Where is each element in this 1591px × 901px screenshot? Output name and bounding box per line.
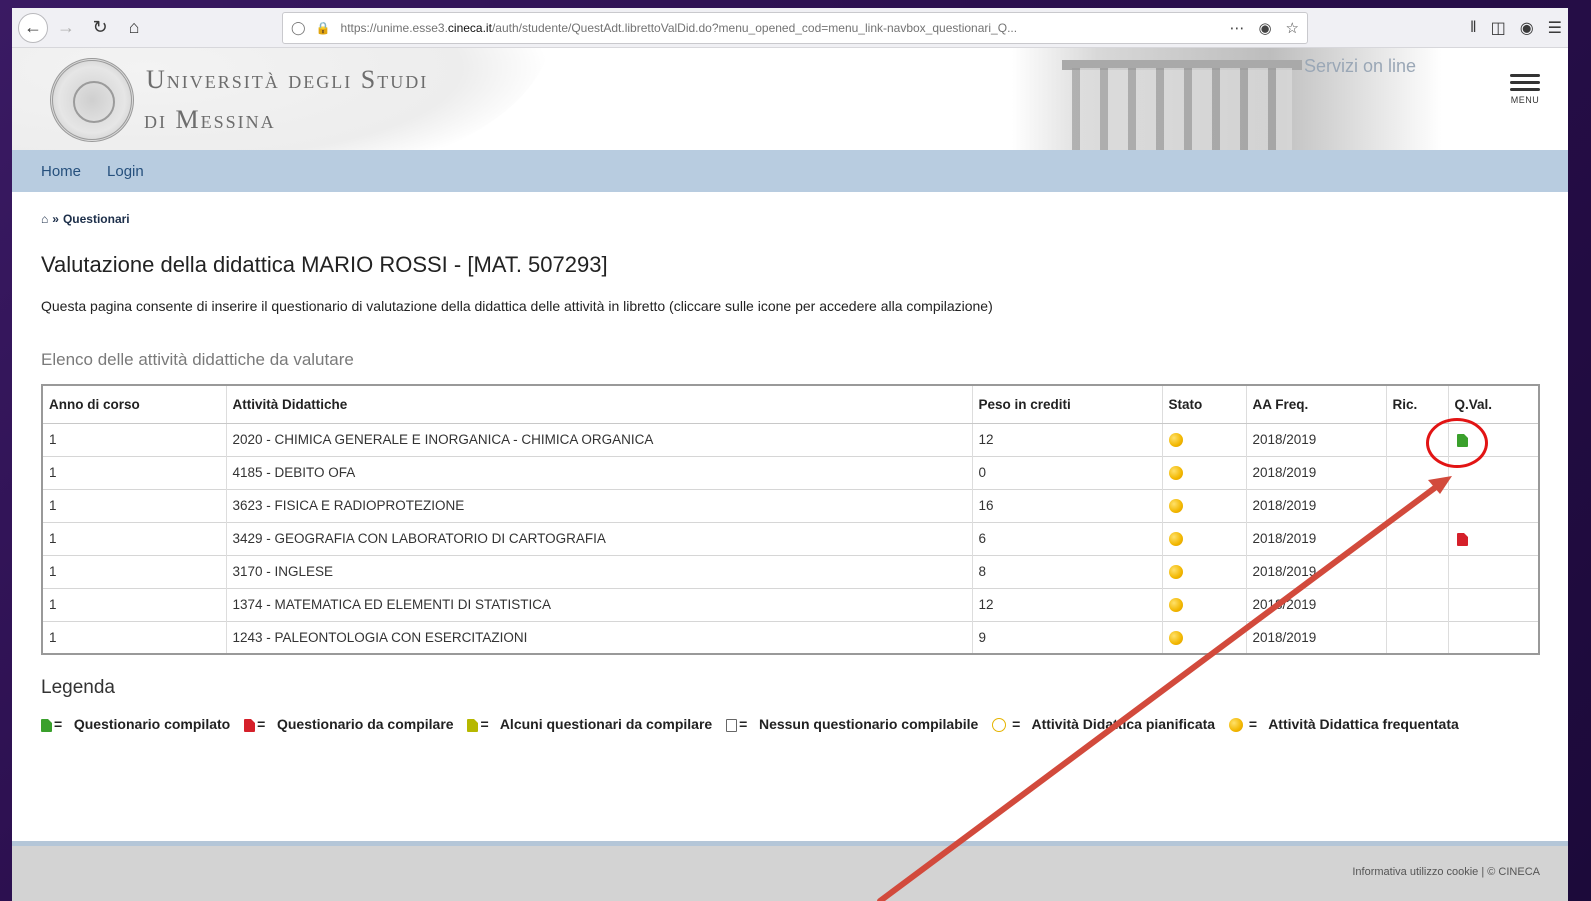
arrow-shaft [877,481,1443,901]
annotation-arrow [877,476,1452,901]
